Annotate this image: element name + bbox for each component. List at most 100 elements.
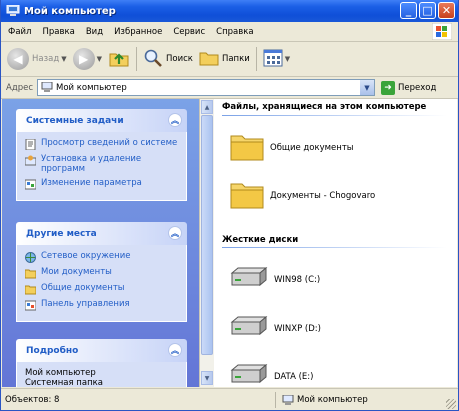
collapse-chevron-icon[interactable]: ︽ [168,226,182,240]
details-panel: Подробно ︽ Мой компьютер Системная папка [16,339,187,387]
hard-drive-icon [228,363,268,387]
address-value: Мой компьютер [56,82,127,93]
place-shared-documents[interactable]: Общие документы [25,283,180,295]
item-label: Документы - Chogovaro [270,190,376,201]
item-label: DATA (E:) [274,371,314,382]
views-button[interactable]: ▼ [263,45,290,73]
task-label: Изменение параметра [41,178,142,188]
task-pane: Системные задачи ︽ Просмотр сведений о с… [2,99,199,387]
collapse-chevron-icon[interactable]: ︽ [168,113,182,127]
control-panel-icon [25,179,36,190]
place-control-panel[interactable]: Панель управления [25,299,180,311]
menu-help[interactable]: Справка [216,27,253,37]
group-divider [222,247,447,248]
explorer-window: Мой компьютер _ □ ✕ Файл Правка Вид Избр… [0,0,459,411]
item-drive-e[interactable]: DATA (E:) [228,363,314,387]
item-label: Общие документы [270,142,354,153]
go-arrow-icon: ➜ [381,80,395,95]
scroll-thumb[interactable] [201,115,213,355]
close-button[interactable]: ✕ [438,2,455,19]
place-my-documents[interactable]: Мои документы [25,267,180,279]
title-bar[interactable]: Мой компьютер _ □ ✕ [1,0,458,22]
system-info-icon [25,139,36,150]
menu-tools[interactable]: Сервис [173,27,205,37]
folders-button[interactable]: Папки [199,45,250,73]
forward-dropdown-icon[interactable]: ▼ [97,55,102,63]
task-change-setting[interactable]: Изменение параметра [25,178,180,190]
place-label: Сетевое окружение [41,251,131,261]
up-button[interactable] [108,45,130,73]
item-user-documents[interactable]: Документы - Chogovaro [230,179,375,212]
forward-arrow-icon: ▶ [72,48,95,70]
other-places-panel: Другие места ︽ Сетевое окружение Мои док… [16,222,187,322]
search-button[interactable]: Поиск [143,45,193,73]
system-tasks-header[interactable]: Системные задачи ︽ [16,109,187,132]
window-controls: _ □ ✕ [400,2,455,19]
folder-icon [25,268,36,279]
views-grid-icon [263,49,283,70]
views-dropdown-icon[interactable]: ▼ [285,55,290,63]
item-drive-d[interactable]: WINXP (D:) [228,315,321,341]
hard-drive-icon [228,315,268,341]
add-remove-programs-icon [25,155,36,166]
status-location: Мой компьютер [282,394,368,406]
other-places-title: Другие места [26,228,97,239]
go-label: Переход [398,82,437,93]
network-icon [25,252,36,263]
status-object-count: Объектов: 8 [5,395,60,405]
toolbar-separator [136,47,137,71]
computer-icon [282,394,297,406]
window-title: Мой компьютер [24,5,116,17]
task-label: Установка и удаление программ [41,154,142,174]
menu-file[interactable]: Файл [8,27,31,37]
task-add-remove-programs[interactable]: Установка и удаление программ [25,154,180,174]
hard-drive-icon [228,266,268,292]
back-dropdown-icon[interactable]: ▼ [61,55,66,63]
go-button[interactable]: ➜ Переход [381,80,437,95]
control-panel-icon [25,300,36,311]
details-type: Системная папка [25,378,103,387]
system-tasks-panel: Системные задачи ︽ Просмотр сведений о с… [16,109,187,201]
item-drive-c[interactable]: WIN98 (C:) [228,266,321,292]
task-view-system-info[interactable]: Просмотр сведений о системе [25,138,180,150]
place-label: Панель управления [41,299,130,309]
other-places-header[interactable]: Другие места ︽ [16,222,187,245]
drives-group-title: Жесткие диски [222,235,299,245]
files-group-title: Файлы, хранящиеся на этом компьютере [222,102,427,112]
details-body: Мой компьютер Системная папка [16,362,187,387]
menu-bar: Файл Правка Вид Избранное Сервис Справка [1,22,458,42]
task-pane-scrollbar[interactable]: ▲ ▼ [199,99,214,387]
item-label: WINXP (D:) [274,323,321,334]
place-label: Мои документы [41,267,112,277]
address-input[interactable]: Мой компьютер ▼ [37,79,375,96]
place-network[interactable]: Сетевое окружение [25,251,180,263]
details-name: Мой компьютер [25,368,96,378]
resize-grip[interactable] [446,399,456,409]
system-tasks-title: Системные задачи [26,115,124,126]
other-places-body: Сетевое окружение Мои документы Общие до… [16,245,187,322]
menu-favorites[interactable]: Избранное [114,27,162,37]
back-arrow-icon: ◀ [7,48,29,70]
minimize-button[interactable]: _ [400,2,417,19]
status-divider [275,392,276,408]
status-bar: Объектов: 8 Мой компьютер [1,388,458,410]
back-button[interactable]: ◀ Назад ▼ [7,45,67,73]
maximize-button[interactable]: □ [419,2,436,19]
address-dropdown-icon[interactable]: ▼ [360,80,374,95]
menu-view[interactable]: Вид [86,27,103,37]
scroll-up-icon[interactable]: ▲ [201,100,213,114]
folder-up-icon [108,47,130,72]
item-shared-documents[interactable]: Общие документы [230,131,354,164]
scroll-down-icon[interactable]: ▼ [201,371,213,385]
status-location-label: Мой компьютер [297,395,368,405]
menu-edit[interactable]: Правка [42,27,74,37]
collapse-chevron-icon[interactable]: ︽ [168,343,182,357]
toolbar: ◀ Назад ▼ ▶ ▼ Поиск Папки ▼ [1,42,458,77]
item-label: WIN98 (C:) [274,274,321,285]
details-header[interactable]: Подробно ︽ [16,339,187,362]
forward-button[interactable]: ▶ ▼ [72,45,102,73]
back-label: Назад [32,54,60,64]
address-label: Адрес [6,82,33,93]
toolbar-separator [255,47,257,71]
content-area: Файлы, хранящиеся на этом компьютере Общ… [214,99,457,387]
